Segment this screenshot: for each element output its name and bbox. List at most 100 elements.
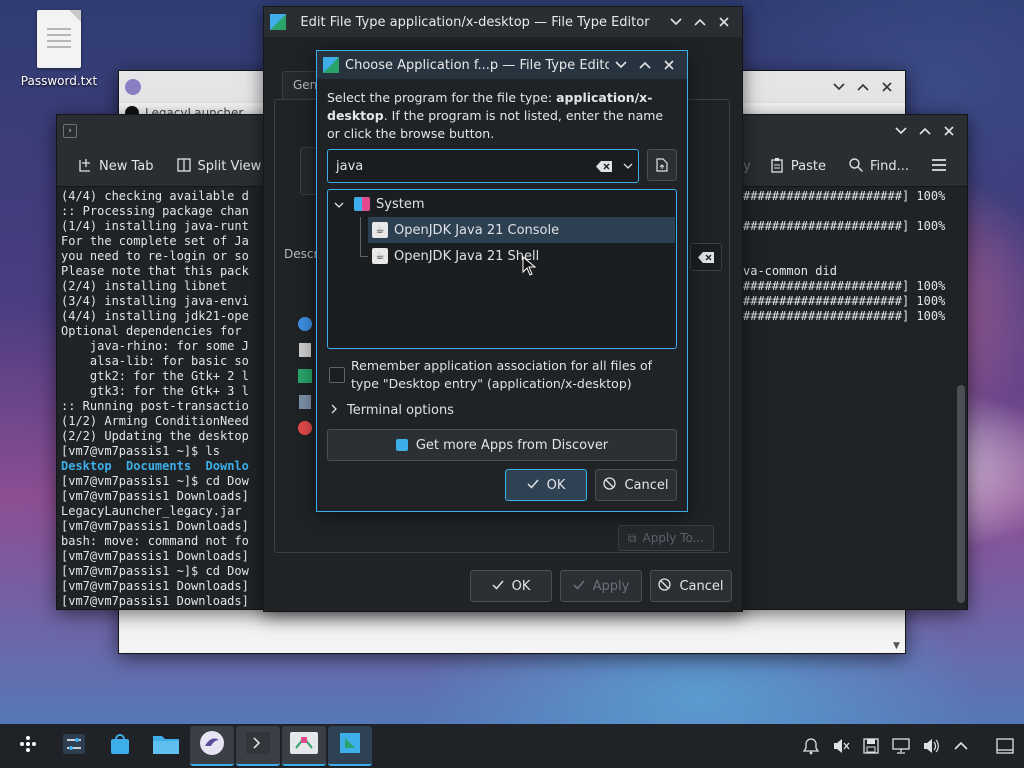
chevron-down-icon[interactable] (334, 197, 344, 212)
browse-button[interactable] (647, 149, 677, 181)
hamburger-menu-button[interactable] (923, 154, 955, 180)
terminal-line: [vm7@vm7passis1 ~]$ cd Dow (61, 564, 249, 578)
close-icon[interactable] (937, 120, 961, 142)
cancel-label: Cancel (624, 477, 669, 493)
application-search-combobox[interactable]: java (327, 149, 639, 183)
terminal-line: gtk2: for the Gtk+ 2 l (61, 369, 249, 383)
task-file-manager[interactable] (144, 726, 188, 766)
terminal-line: ######################] 100% (743, 189, 946, 203)
chevron-down-icon[interactable] (889, 120, 913, 142)
terminal-line: ######################] 100% (743, 219, 946, 233)
close-icon[interactable] (657, 54, 681, 76)
terminal-line: va-common did (743, 264, 837, 278)
notifications-icon[interactable] (798, 733, 824, 759)
terminal-line: Please note that this pack (61, 264, 249, 278)
file-type-editor-title: Edit File Type application/x-desktop — F… (300, 14, 650, 30)
terminal-line: ######################] 100% (743, 279, 946, 293)
volume-icon[interactable] (918, 733, 944, 759)
terminal-output-left[interactable]: (4/4) checking available d:: Processing … (61, 189, 249, 609)
settings-sliders-icon (62, 733, 86, 759)
paste-label: Paste (790, 159, 826, 174)
application-search-input[interactable]: java (336, 159, 596, 174)
new-tab-button[interactable]: New Tab (69, 153, 162, 181)
cancel-button[interactable]: Cancel (595, 469, 677, 501)
paste-button[interactable]: Paste (761, 153, 834, 181)
close-icon[interactable] (875, 76, 899, 98)
ok-button[interactable]: OK (470, 570, 552, 602)
terminal-app-icon: › (63, 124, 77, 138)
terminal-line: (1/2) Arming ConditionNeed (61, 414, 249, 428)
terminal-line: Optional dependencies for (61, 324, 249, 338)
app-icon (125, 79, 141, 95)
terminal-line: (4/4) checking available d (61, 189, 249, 203)
apply-button[interactable]: Apply (560, 570, 642, 602)
chevron-up-icon[interactable] (688, 11, 712, 33)
application-launcher-button[interactable] (6, 726, 50, 766)
network-icon[interactable] (888, 733, 914, 759)
terminal-line: you need to re-login or so (61, 249, 249, 263)
file-type-editor-titlebar[interactable]: Edit File Type application/x-desktop — F… (264, 7, 742, 37)
choose-dialog-titlebar[interactable]: Choose Application f...p — File Type Edi… (317, 51, 687, 79)
checkmark-icon (492, 579, 504, 594)
apply-to-button[interactable]: ⧉ Apply To... (618, 525, 714, 551)
get-more-apps-button[interactable]: Get more Apps from Discover (327, 429, 677, 461)
volume-muted-icon[interactable] (828, 733, 854, 759)
apply-label: Apply (592, 578, 630, 594)
text-file-icon (37, 10, 81, 68)
choose-dialog-title: Choose Application f...p — File Type Edi… (345, 57, 609, 73)
tab-general-label: Gen (293, 78, 318, 92)
terminal-line: gtk3: for the Gtk+ 3 l (61, 384, 249, 398)
scroll-down-icon[interactable]: ▼ (893, 641, 903, 651)
chevron-up-icon[interactable] (913, 120, 937, 142)
cancel-icon (603, 476, 617, 494)
task-system-settings[interactable] (52, 726, 96, 766)
checkmark-icon (573, 579, 585, 594)
remember-association-checkbox[interactable] (329, 367, 345, 383)
application-tree[interactable]: System ☕ OpenJDK Java 21 Console ☕ OpenJ… (327, 189, 677, 349)
close-icon[interactable] (712, 11, 736, 33)
task-terminal[interactable] (236, 726, 280, 766)
task-browser[interactable] (190, 726, 234, 766)
chevron-down-icon[interactable] (827, 76, 851, 98)
terminal-line: (3/4) installing java-envi (61, 294, 249, 308)
tree-item-java-console[interactable]: ☕ OpenJDK Java 21 Console (368, 217, 675, 243)
find-button[interactable]: Find... (840, 153, 917, 181)
ok-button[interactable]: OK (505, 469, 587, 501)
tree-category-label: System (376, 196, 425, 212)
terminal-line: ######################] 100% (743, 309, 946, 323)
chevron-down-icon[interactable] (618, 163, 638, 169)
open-file-icon (656, 158, 668, 172)
terminal-line: [vm7@vm7passis1 Downloads] (61, 594, 249, 608)
file-type-editor-app-icon (337, 730, 363, 760)
remember-association-label[interactable]: Remember application association for all… (351, 357, 681, 393)
choose-application-dialog[interactable]: Choose Application f...p — File Type Edi… (316, 50, 688, 512)
clear-description-button[interactable] (690, 243, 722, 271)
terminal-line: (2/4) installing libnet (61, 279, 228, 293)
task-choose-application[interactable] (328, 726, 372, 766)
terminal-line: [vm7@vm7passis1 Downloads] (61, 519, 249, 533)
chevron-up-icon[interactable] (948, 733, 974, 759)
choose-dialog-description: Select the program for the file type: ap… (327, 89, 677, 143)
save-icon[interactable] (858, 733, 884, 759)
desktop-icon-password-file[interactable]: Password.txt (14, 10, 104, 89)
shopping-bag-icon (108, 732, 132, 760)
split-view-button[interactable]: Split View (168, 153, 270, 181)
chevron-down-icon[interactable] (664, 11, 688, 33)
task-discover[interactable] (98, 726, 142, 766)
file-type-editor-icon (289, 731, 319, 759)
task-file-type-editor[interactable] (282, 726, 326, 766)
ok-label: OK (511, 578, 531, 594)
tree-category-system[interactable]: System (328, 191, 676, 217)
chevron-up-icon[interactable] (851, 76, 875, 98)
cancel-button[interactable]: Cancel (650, 570, 732, 602)
terminal-scrollbar[interactable] (957, 385, 965, 603)
terminal-options-expander[interactable]: Terminal options (331, 403, 454, 418)
terminal-line: [vm7@vm7passis1 ~]$ cd Dow (61, 474, 249, 488)
clear-text-icon[interactable] (596, 160, 612, 172)
chevron-down-icon[interactable] (609, 54, 633, 76)
terminal-line: [vm7@vm7passis1 Downloads] (61, 579, 249, 593)
split-view-label: Split View (197, 159, 262, 174)
search-icon (848, 157, 864, 177)
show-desktop-icon[interactable] (992, 733, 1018, 759)
chevron-up-icon[interactable] (633, 54, 657, 76)
